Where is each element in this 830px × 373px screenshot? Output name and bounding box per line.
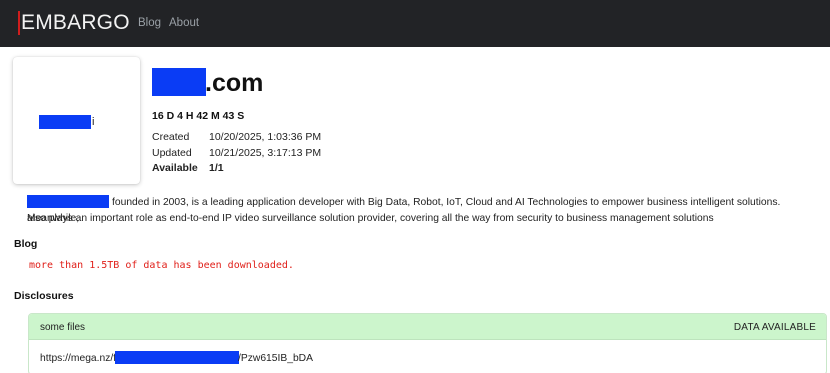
disclosure-status-badge: DATA AVAILABLE xyxy=(733,322,816,333)
blog-heading: Blog xyxy=(14,238,38,250)
created-value: 10/20/2025, 1:03:36 PM xyxy=(209,131,322,143)
company-logo-card: i xyxy=(13,57,140,184)
download-link-suffix[interactable]: /Pzw615IB_bDA xyxy=(238,352,313,365)
nav-link-about[interactable]: About xyxy=(169,16,199,30)
countdown-timer: 16 D 4 H 42 M 43 S xyxy=(152,110,245,122)
page-title: .com xyxy=(205,69,264,97)
logo-text-tail: i xyxy=(92,116,95,128)
updated-value: 10/21/2025, 3:17:13 PM xyxy=(209,147,322,159)
created-label: Created xyxy=(152,131,190,143)
disclosures-heading: Disclosures xyxy=(14,290,74,302)
available-row: Available 1/1 xyxy=(152,162,224,175)
blog-post-text: more than 1.5TB of data has been downloa… xyxy=(29,260,294,271)
redacted-domain-name xyxy=(152,68,206,96)
available-label: Available xyxy=(152,162,198,174)
updated-row: Updated 10/21/2025, 3:17:13 PM xyxy=(152,147,321,160)
nav-link-blog[interactable]: Blog xyxy=(138,16,161,30)
top-navbar: EMBARGO Blog About xyxy=(0,0,830,47)
brand-accent-bar xyxy=(18,11,20,35)
available-value: 1/1 xyxy=(209,162,224,174)
created-row: Created 10/20/2025, 1:03:36 PM xyxy=(152,131,321,144)
disclosure-card: some files DATA AVAILABLE https://mega.n… xyxy=(28,313,827,373)
disclosure-item-name: some files xyxy=(40,322,86,333)
updated-label: Updated xyxy=(152,147,192,159)
redacted-logo-text xyxy=(39,115,91,129)
brand-logo[interactable]: EMBARGO xyxy=(18,9,130,37)
brand-name[interactable]: EMBARGO xyxy=(21,10,130,36)
download-link-prefix[interactable]: https://mega.nz/f xyxy=(40,352,116,365)
disclosure-header[interactable]: some files DATA AVAILABLE xyxy=(29,314,826,340)
company-description-line-2: also plays an important role as end-to-e… xyxy=(27,213,714,224)
redacted-link-segment xyxy=(115,351,239,364)
